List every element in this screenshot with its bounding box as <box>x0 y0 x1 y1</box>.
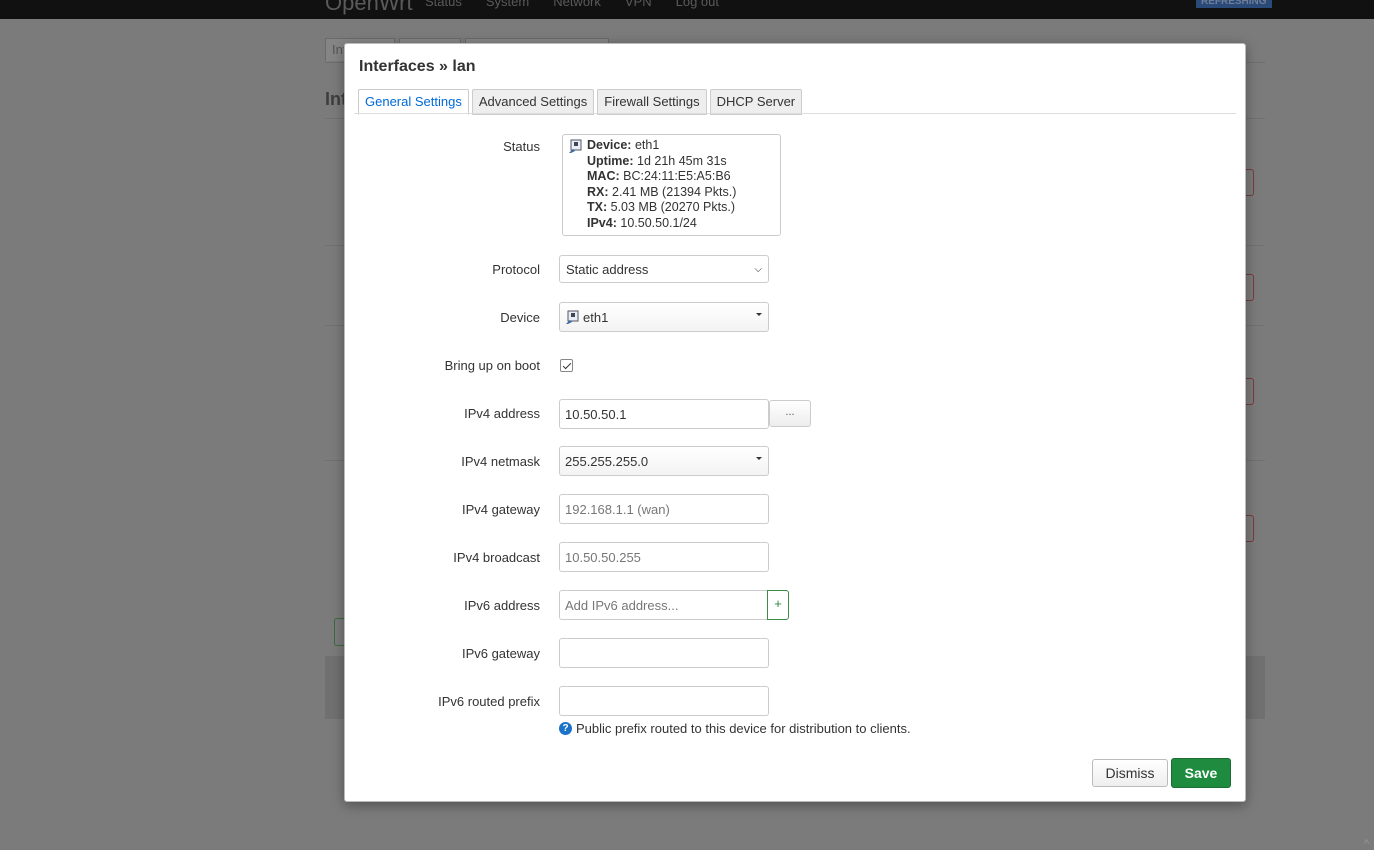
nav-logout[interactable]: Log out <box>676 0 719 9</box>
caret-down-icon <box>756 313 762 316</box>
status-mac-key: MAC: <box>587 169 620 184</box>
ipv6-gateway-control <box>559 638 769 668</box>
status-mac-value: BC:24:11:E5:A5:B6 <box>623 169 731 184</box>
device-dropdown[interactable]: eth1 <box>559 302 769 332</box>
boot-control <box>560 359 573 372</box>
status-rx-key: RX: <box>587 184 609 199</box>
brand-logo: OpenWrt <box>325 0 413 15</box>
protocol-control: Static address ⌵ <box>559 255 769 283</box>
save-button[interactable]: Save <box>1171 758 1231 788</box>
ipv6-prefix-input[interactable] <box>559 686 769 716</box>
device-label: Device <box>500 310 540 325</box>
modal-title: Interfaces » lan <box>359 58 476 75</box>
top-nav-menu: Status System Network VPN Log out <box>425 0 719 9</box>
refresh-badge[interactable]: REFRESHING <box>1196 0 1272 8</box>
status-tx-key: TX: <box>587 200 608 215</box>
ipv4-address-control: 10.50.50.1 ... <box>559 399 811 429</box>
boot-checkbox[interactable] <box>560 359 573 372</box>
status-uptime-key: Uptime: <box>587 153 634 168</box>
ipv6-prefix-label: IPv6 routed prefix <box>438 694 540 709</box>
nav-status[interactable]: Status <box>425 0 462 9</box>
ipv6-address-control: Add IPv6 address... + <box>559 590 789 620</box>
tab-general-settings[interactable]: General Settings <box>358 89 469 115</box>
ethernet-port-icon <box>568 139 583 157</box>
interface-edit-modal: Interfaces » lan General Settings Advanc… <box>344 43 1246 802</box>
top-navbar: OpenWrt Status System Network VPN Log ou… <box>0 0 1374 19</box>
protocol-label: Protocol <box>492 262 540 277</box>
tab-firewall-settings[interactable]: Firewall Settings <box>597 89 707 115</box>
status-tx-value: 5.03 MB (20270 Pkts.) <box>610 200 735 215</box>
ipv4-netmask-label: IPv4 netmask <box>461 454 540 469</box>
ipv6-prefix-control <box>559 686 769 716</box>
status-rx-value: 2.41 MB (21394 Pkts.) <box>612 184 737 199</box>
nav-system[interactable]: System <box>486 0 529 9</box>
ipv6-address-input[interactable]: Add IPv6 address... <box>559 590 768 620</box>
dismiss-button[interactable]: Dismiss <box>1092 759 1168 787</box>
ipv4-address-more-button[interactable]: ... <box>769 400 811 427</box>
caret-down-icon <box>756 457 762 460</box>
status-ipv4-key: IPv4: <box>587 215 617 230</box>
modal-tabs: General Settings Advanced Settings Firew… <box>358 89 805 115</box>
status-device-key: Device: <box>587 138 632 152</box>
ipv6-address-label: IPv6 address <box>464 598 540 613</box>
ipv4-address-label: IPv4 address <box>464 406 540 421</box>
ipv4-broadcast-control: 10.50.50.255 <box>559 542 769 572</box>
status-ipv4-value: 10.50.50.1/24 <box>620 215 697 230</box>
protocol-value: Static address <box>566 261 649 277</box>
chevron-down-icon: ⌵ <box>754 264 762 275</box>
tab-advanced-settings[interactable]: Advanced Settings <box>471 89 595 115</box>
add-ipv6-button[interactable]: + <box>767 590 789 620</box>
device-value: eth1 <box>583 309 609 325</box>
status-box: Device: eth1 Uptime: 1d 21h 45m 31s MAC:… <box>562 134 781 236</box>
status-box-wrapper: Device: eth1 Uptime: 1d 21h 45m 31s MAC:… <box>562 134 781 236</box>
ipv4-broadcast-label: IPv4 broadcast <box>453 550 540 565</box>
ipv6-prefix-hint-text: Public prefix routed to this device for … <box>576 721 911 736</box>
status-details: Device: eth1 Uptime: 1d 21h 45m 31s MAC:… <box>587 138 736 232</box>
scroll-up-icon[interactable]: ^ <box>1364 838 1369 850</box>
tabs-divider <box>354 113 1236 114</box>
ipv6-prefix-hint: ? Public prefix routed to this device fo… <box>559 721 911 736</box>
ipv4-netmask-value: 255.255.255.0 <box>565 453 649 469</box>
ipv4-gateway-control: 192.168.1.1 (wan) <box>559 494 769 524</box>
device-control: eth1 <box>559 302 769 332</box>
ipv6-gateway-input[interactable] <box>559 638 769 668</box>
ethernet-port-icon <box>565 310 580 325</box>
protocol-select[interactable]: Static address ⌵ <box>559 255 769 283</box>
status-device-value: eth1 <box>634 138 660 152</box>
nav-vpn[interactable]: VPN <box>625 0 652 9</box>
boot-label: Bring up on boot <box>444 358 540 373</box>
tab-dhcp-server[interactable]: DHCP Server <box>709 89 803 115</box>
status-uptime-value: 1d 21h 45m 31s <box>637 153 727 168</box>
ipv4-netmask-dropdown[interactable]: 255.255.255.0 <box>559 446 769 476</box>
ipv4-gateway-input[interactable]: 192.168.1.1 (wan) <box>559 494 769 524</box>
ipv4-broadcast-input[interactable]: 10.50.50.255 <box>559 542 769 572</box>
status-label: Status <box>503 139 540 154</box>
help-icon: ? <box>559 722 572 735</box>
ipv6-gateway-label: IPv6 gateway <box>461 646 540 661</box>
ipv4-netmask-control: 255.255.255.0 <box>559 446 769 476</box>
ipv4-address-input[interactable]: 10.50.50.1 <box>559 399 769 429</box>
ipv4-gateway-label: IPv4 gateway <box>461 502 540 517</box>
nav-network[interactable]: Network <box>553 0 601 9</box>
